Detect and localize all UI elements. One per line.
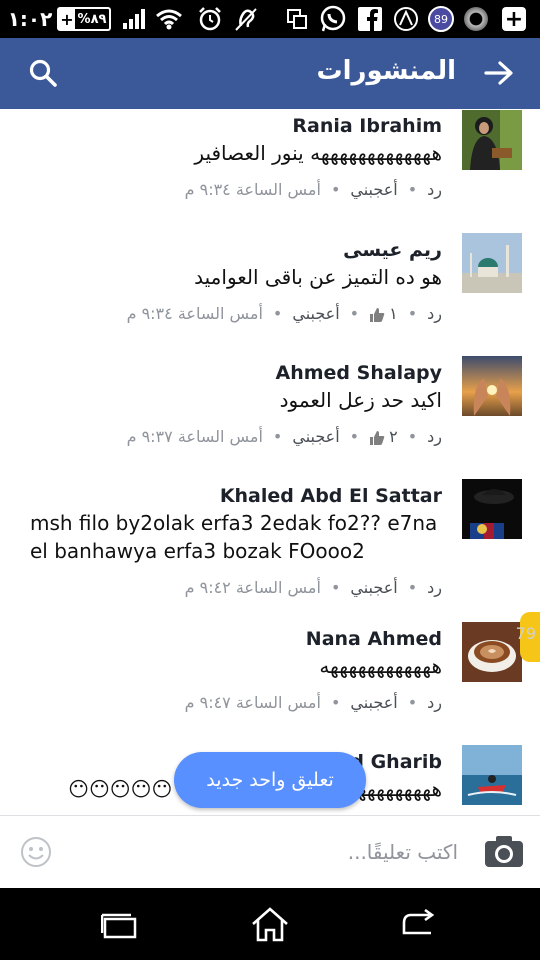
comment-meta: رد•أعجبني•أمس الساعة ٩:٤٢ م bbox=[184, 578, 442, 597]
screenshot-icon bbox=[284, 0, 310, 38]
avatar[interactable] bbox=[462, 479, 522, 539]
like-count: ٢ bbox=[369, 427, 398, 446]
battery-icon: + %٨٩ bbox=[56, 0, 112, 38]
bike-icon bbox=[392, 0, 420, 38]
avatar[interactable] bbox=[462, 622, 522, 682]
like-link[interactable]: أعجبني bbox=[350, 693, 397, 712]
hearing-icon bbox=[232, 0, 260, 38]
home-icon[interactable] bbox=[250, 906, 290, 942]
side-indicator-count: 79 bbox=[515, 624, 536, 643]
like-link[interactable]: أعجبني bbox=[350, 578, 397, 597]
comment-text: ههههههههههههه bbox=[319, 654, 442, 678]
add-icon: + bbox=[500, 0, 528, 38]
comment-text: اكيد حد زعل العمود bbox=[279, 388, 442, 412]
arrow-right-icon[interactable] bbox=[482, 56, 516, 90]
facebook-icon bbox=[356, 0, 384, 38]
back-icon[interactable] bbox=[400, 906, 440, 942]
comment-text: هههههههههههههه ينور العصافير bbox=[194, 141, 442, 165]
system-nav-bar bbox=[0, 888, 540, 960]
avatar[interactable] bbox=[462, 356, 522, 416]
notification-badge-icon: 89 bbox=[426, 0, 456, 38]
new-comment-button[interactable]: تعليق واحد جديد bbox=[174, 752, 366, 808]
reply-link[interactable]: رد bbox=[427, 693, 442, 712]
comment-author[interactable]: Nana Ahmed bbox=[30, 626, 442, 652]
reply-link[interactable]: رد bbox=[427, 304, 442, 323]
comment-composer bbox=[0, 815, 540, 888]
like-count: ١ bbox=[369, 304, 398, 323]
reply-link[interactable]: رد bbox=[427, 427, 442, 446]
comment-time: أمس الساعة ٩:٤٢ م bbox=[184, 578, 321, 597]
thumbs-up-icon bbox=[370, 307, 385, 322]
app-header: المنشورات bbox=[0, 38, 540, 109]
comment-time: أمس الساعة ٩:٤٧ م bbox=[184, 693, 321, 712]
search-icon[interactable] bbox=[26, 56, 60, 90]
clock: ١:٠٢ bbox=[7, 7, 53, 31]
comment-meta: رد•٢•أعجبني•أمس الساعة ٩:٣٧ م bbox=[126, 427, 442, 446]
thumbs-up-icon bbox=[370, 430, 385, 445]
comment-author[interactable]: Khaled Abd El Sattar bbox=[30, 483, 442, 509]
comment-text: msh filo by2olak erfa3 2edak fo2?? e7na … bbox=[30, 511, 438, 563]
comment-author[interactable]: ريم عيسى bbox=[30, 237, 442, 263]
signal-icon bbox=[122, 0, 148, 38]
comment-time: أمس الساعة ٩:٣٧ م bbox=[126, 427, 263, 446]
emoji-icon[interactable] bbox=[20, 836, 52, 868]
comments-list[interactable]: Rania Ibrahim هههههههههههههه ينور العصاف… bbox=[0, 109, 540, 815]
wifi-icon bbox=[154, 0, 184, 38]
avatar[interactable] bbox=[462, 110, 522, 170]
comment-time: أمس الساعة ٩:٣٤ م bbox=[184, 180, 321, 199]
avatar[interactable] bbox=[462, 745, 522, 805]
battery-level: %٨٩ bbox=[77, 11, 107, 27]
comment-author[interactable]: Ahmed Shalapy bbox=[30, 360, 442, 386]
avatar[interactable] bbox=[462, 233, 522, 293]
reply-link[interactable]: رد bbox=[427, 578, 442, 597]
comment-author[interactable]: Rania Ibrahim bbox=[30, 113, 442, 139]
alarm-icon bbox=[196, 0, 224, 38]
like-link[interactable]: أعجبني bbox=[292, 427, 339, 446]
comment-text: هو ده التميز عن باقى العواميد bbox=[194, 265, 442, 289]
camera-icon[interactable] bbox=[484, 834, 524, 870]
whatsapp-icon bbox=[318, 0, 348, 38]
comment-input[interactable] bbox=[158, 834, 458, 870]
page-title: المنشورات bbox=[316, 56, 456, 86]
comment-meta: رد•١•أعجبني•أمس الساعة ٩:٣٤ م bbox=[126, 304, 442, 323]
comment-meta: رد•أعجبني•أمس الساعة ٩:٣٤ م bbox=[184, 180, 442, 199]
comment-time: أمس الساعة ٩:٣٤ م bbox=[126, 304, 263, 323]
like-link[interactable]: أعجبني bbox=[292, 304, 339, 323]
recent-apps-icon[interactable] bbox=[100, 906, 140, 942]
notification-count: 89 bbox=[428, 6, 454, 32]
status-bar: ١:٠٢ + %٨٩ 89 + bbox=[0, 0, 540, 38]
comment-meta: رد•أعجبني•أمس الساعة ٩:٤٧ م bbox=[184, 693, 442, 712]
reply-link[interactable]: رد bbox=[427, 180, 442, 199]
like-link[interactable]: أعجبني bbox=[350, 180, 397, 199]
circle-app-icon bbox=[462, 0, 490, 38]
